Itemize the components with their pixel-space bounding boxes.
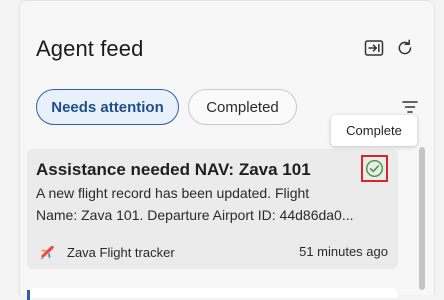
feed-scrollbar[interactable] <box>419 147 425 290</box>
check-circle-icon <box>365 159 384 178</box>
tab-completed[interactable]: Completed <box>188 89 297 125</box>
tab-needs-attention-label: Needs attention <box>51 98 164 116</box>
card-title: Assistance needed NAV: Zava 101 <box>36 160 311 179</box>
feed-card[interactable]: Assistance needed NAV: Zava 101 A new fl… <box>27 149 398 269</box>
tab-completed-label: Completed <box>206 98 279 116</box>
tooltip-text: Complete <box>346 123 402 138</box>
next-feed-card[interactable] <box>27 288 398 300</box>
page-title: Agent feed <box>36 36 144 61</box>
card-source: Zava Flight tracker <box>67 245 175 260</box>
complete-tooltip: Complete <box>331 115 417 146</box>
card-description: A new flight record has been updated. Fl… <box>36 182 391 226</box>
next-card-accent <box>27 290 30 300</box>
refresh-icon[interactable] <box>395 38 415 58</box>
complete-button[interactable] <box>361 155 388 182</box>
card-description-line-1: A new flight record has been updated. Fl… <box>36 185 310 201</box>
tab-needs-attention[interactable]: Needs attention <box>36 89 179 125</box>
card-description-line-2: Name: Zava 101. Departure Airport ID: 44… <box>36 207 354 223</box>
card-timestamp: 51 minutes ago <box>299 244 388 259</box>
flight-tracker-icon <box>39 243 57 261</box>
open-panel-icon[interactable] <box>364 38 384 58</box>
filter-icon[interactable] <box>401 99 419 115</box>
